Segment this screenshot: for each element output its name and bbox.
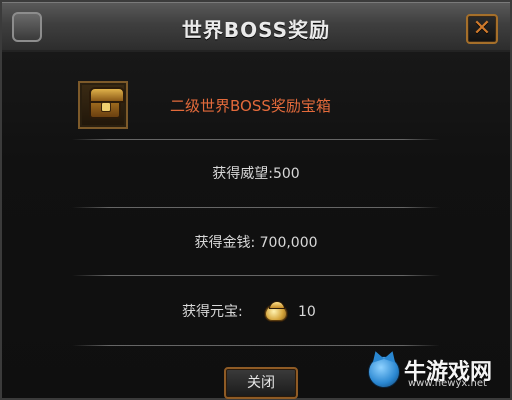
cow-mascot-icon xyxy=(368,356,400,388)
reward-yuanbao-label: 获得元宝: xyxy=(182,304,243,320)
site-watermark: 牛游戏网 www.newyx.net xyxy=(368,354,504,392)
reward-money: 获得金钱: 700,000 xyxy=(194,235,318,251)
window-title: 世界BOSS奖励 xyxy=(181,18,331,42)
close-window-button[interactable]: ✕ xyxy=(466,14,498,44)
reward-item-name: 二级世界BOSS奖励宝箱 xyxy=(170,97,331,115)
reward-item-row: 二级世界BOSS奖励宝箱 xyxy=(72,81,452,139)
gold-ingot-icon xyxy=(264,301,288,322)
reward-prestige: 获得威望:500 xyxy=(212,166,300,182)
reward-yuanbao-line: 获得元宝: 10 xyxy=(72,297,440,327)
chest-lid xyxy=(89,87,125,103)
divider-2 xyxy=(72,207,440,208)
chest-graphic xyxy=(89,87,125,119)
watermark-url: www.newyx.net xyxy=(408,378,487,389)
close-button[interactable]: 关闭 xyxy=(224,367,298,399)
close-icon: ✕ xyxy=(472,16,492,41)
reward-yuanbao-value: 10 xyxy=(298,304,316,320)
world-boss-reward-window: 世界BOSS奖励 ✕ 二级世界BOSS奖励宝箱 获得威望:500 获得金钱: 7… xyxy=(0,0,512,400)
divider-3 xyxy=(72,275,440,276)
divider-4 xyxy=(72,345,440,346)
divider-1 xyxy=(72,139,440,140)
title-bar: 世界BOSS奖励 ✕ xyxy=(2,2,510,52)
reward-content: 二级世界BOSS奖励宝箱 获得威望:500 获得金钱: 700,000 获得元宝… xyxy=(2,54,510,400)
treasure-chest-icon xyxy=(78,81,128,129)
chest-gem xyxy=(101,102,111,112)
